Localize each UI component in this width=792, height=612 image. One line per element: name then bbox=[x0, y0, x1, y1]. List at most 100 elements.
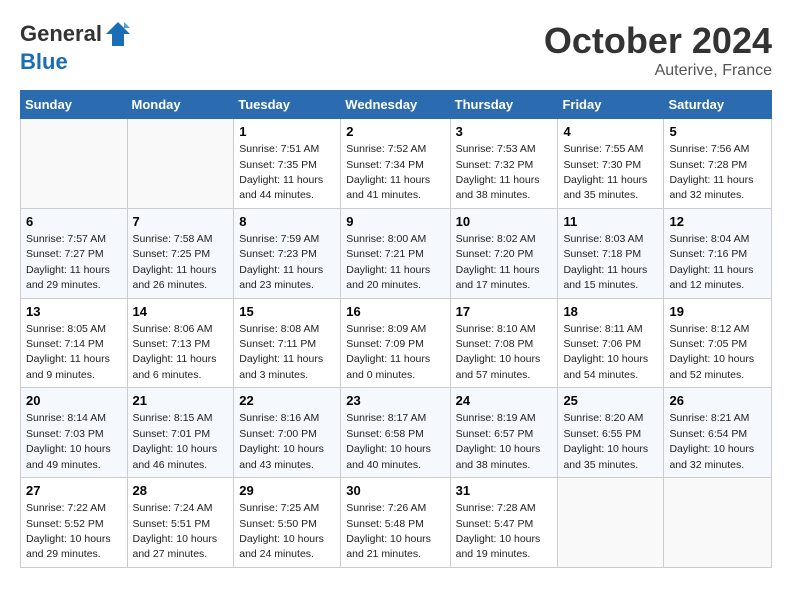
month-title: October 2024 bbox=[544, 20, 772, 62]
weekday-header-row: SundayMondayTuesdayWednesdayThursdayFrid… bbox=[21, 91, 772, 119]
day-info: Sunrise: 7:22 AM Sunset: 5:52 PM Dayligh… bbox=[26, 502, 111, 560]
calendar-cell bbox=[127, 119, 234, 209]
calendar-cell: 8 Sunrise: 7:59 AM Sunset: 7:23 PM Daylig… bbox=[234, 208, 341, 298]
weekday-header: Saturday bbox=[664, 91, 772, 119]
day-number: 6 bbox=[26, 213, 122, 231]
day-number: 22 bbox=[239, 392, 335, 410]
location-title: Auterive, France bbox=[544, 62, 772, 80]
day-info: Sunrise: 8:14 AM Sunset: 7:03 PM Dayligh… bbox=[26, 412, 111, 470]
day-info: Sunrise: 8:12 AM Sunset: 7:05 PM Dayligh… bbox=[669, 323, 754, 381]
day-info: Sunrise: 7:51 AM Sunset: 7:35 PM Dayligh… bbox=[239, 143, 323, 201]
day-info: Sunrise: 7:57 AM Sunset: 7:27 PM Dayligh… bbox=[26, 233, 110, 291]
calendar-cell: 4 Sunrise: 7:55 AM Sunset: 7:30 PM Daylig… bbox=[558, 119, 664, 209]
calendar-cell bbox=[664, 478, 772, 568]
day-info: Sunrise: 8:05 AM Sunset: 7:14 PM Dayligh… bbox=[26, 323, 110, 381]
calendar-cell bbox=[21, 119, 128, 209]
day-info: Sunrise: 8:08 AM Sunset: 7:11 PM Dayligh… bbox=[239, 323, 323, 381]
day-number: 20 bbox=[26, 392, 122, 410]
calendar-cell: 12 Sunrise: 8:04 AM Sunset: 7:16 PM Dayli… bbox=[664, 208, 772, 298]
calendar-cell: 25 Sunrise: 8:20 AM Sunset: 6:55 PM Dayli… bbox=[558, 388, 664, 478]
day-info: Sunrise: 8:00 AM Sunset: 7:21 PM Dayligh… bbox=[346, 233, 430, 291]
calendar-cell: 14 Sunrise: 8:06 AM Sunset: 7:13 PM Dayli… bbox=[127, 298, 234, 388]
calendar-cell: 21 Sunrise: 8:15 AM Sunset: 7:01 PM Dayli… bbox=[127, 388, 234, 478]
calendar-cell: 23 Sunrise: 8:17 AM Sunset: 6:58 PM Dayli… bbox=[341, 388, 450, 478]
calendar-cell: 26 Sunrise: 8:21 AM Sunset: 6:54 PM Dayli… bbox=[664, 388, 772, 478]
day-info: Sunrise: 8:15 AM Sunset: 7:01 PM Dayligh… bbox=[133, 412, 218, 470]
calendar-week-row: 20 Sunrise: 8:14 AM Sunset: 7:03 PM Dayli… bbox=[21, 388, 772, 478]
day-info: Sunrise: 8:20 AM Sunset: 6:55 PM Dayligh… bbox=[563, 412, 648, 470]
calendar-week-row: 27 Sunrise: 7:22 AM Sunset: 5:52 PM Dayli… bbox=[21, 478, 772, 568]
day-info: Sunrise: 8:02 AM Sunset: 7:20 PM Dayligh… bbox=[456, 233, 540, 291]
day-number: 19 bbox=[669, 303, 766, 321]
calendar-cell: 29 Sunrise: 7:25 AM Sunset: 5:50 PM Dayli… bbox=[234, 478, 341, 568]
calendar-week-row: 13 Sunrise: 8:05 AM Sunset: 7:14 PM Dayli… bbox=[21, 298, 772, 388]
day-number: 24 bbox=[456, 392, 553, 410]
weekday-header: Sunday bbox=[21, 91, 128, 119]
day-number: 3 bbox=[456, 123, 553, 141]
day-number: 29 bbox=[239, 482, 335, 500]
calendar-cell: 17Sunrise: 8:10 AM Sunset: 7:08 PM Dayli… bbox=[450, 298, 558, 388]
calendar-cell bbox=[558, 478, 664, 568]
calendar-cell: 27 Sunrise: 7:22 AM Sunset: 5:52 PM Dayli… bbox=[21, 478, 128, 568]
calendar-cell: 1Sunrise: 7:51 AM Sunset: 7:35 PM Daylig… bbox=[234, 119, 341, 209]
day-number: 16 bbox=[346, 303, 444, 321]
day-info: Sunrise: 8:19 AM Sunset: 6:57 PM Dayligh… bbox=[456, 412, 541, 470]
day-number: 5 bbox=[669, 123, 766, 141]
day-info: Sunrise: 8:17 AM Sunset: 6:58 PM Dayligh… bbox=[346, 412, 431, 470]
calendar-cell: 2Sunrise: 7:52 AM Sunset: 7:34 PM Daylig… bbox=[341, 119, 450, 209]
day-info: Sunrise: 8:03 AM Sunset: 7:18 PM Dayligh… bbox=[563, 233, 647, 291]
weekday-header: Monday bbox=[127, 91, 234, 119]
day-number: 4 bbox=[563, 123, 658, 141]
day-number: 7 bbox=[133, 213, 229, 231]
calendar-cell: 16 Sunrise: 8:09 AM Sunset: 7:09 PM Dayli… bbox=[341, 298, 450, 388]
calendar-cell: 24 Sunrise: 8:19 AM Sunset: 6:57 PM Dayli… bbox=[450, 388, 558, 478]
day-info: Sunrise: 7:59 AM Sunset: 7:23 PM Dayligh… bbox=[239, 233, 323, 291]
weekday-header: Wednesday bbox=[341, 91, 450, 119]
day-number: 13 bbox=[26, 303, 122, 321]
day-info: Sunrise: 8:09 AM Sunset: 7:09 PM Dayligh… bbox=[346, 323, 430, 381]
weekday-header: Friday bbox=[558, 91, 664, 119]
day-info: Sunrise: 8:11 AM Sunset: 7:06 PM Dayligh… bbox=[563, 323, 648, 381]
day-number: 26 bbox=[669, 392, 766, 410]
day-number: 21 bbox=[133, 392, 229, 410]
day-info: Sunrise: 7:25 AM Sunset: 5:50 PM Dayligh… bbox=[239, 502, 324, 560]
calendar-cell: 15Sunrise: 8:08 AM Sunset: 7:11 PM Dayli… bbox=[234, 298, 341, 388]
day-info: Sunrise: 8:04 AM Sunset: 7:16 PM Dayligh… bbox=[669, 233, 753, 291]
day-info: Sunrise: 8:21 AM Sunset: 6:54 PM Dayligh… bbox=[669, 412, 754, 470]
day-number: 12 bbox=[669, 213, 766, 231]
day-info: Sunrise: 7:26 AM Sunset: 5:48 PM Dayligh… bbox=[346, 502, 431, 560]
calendar-cell: 5Sunrise: 7:56 AM Sunset: 7:28 PM Daylig… bbox=[664, 119, 772, 209]
calendar-cell: 3 Sunrise: 7:53 AM Sunset: 7:32 PM Daylig… bbox=[450, 119, 558, 209]
day-number: 2 bbox=[346, 123, 444, 141]
day-info: Sunrise: 8:16 AM Sunset: 7:00 PM Dayligh… bbox=[239, 412, 324, 470]
day-info: Sunrise: 7:53 AM Sunset: 7:32 PM Dayligh… bbox=[456, 143, 540, 201]
weekday-header: Tuesday bbox=[234, 91, 341, 119]
calendar-cell: 13 Sunrise: 8:05 AM Sunset: 7:14 PM Dayli… bbox=[21, 298, 128, 388]
calendar-cell: 18Sunrise: 8:11 AM Sunset: 7:06 PM Dayli… bbox=[558, 298, 664, 388]
day-info: Sunrise: 7:28 AM Sunset: 5:47 PM Dayligh… bbox=[456, 502, 541, 560]
day-number: 8 bbox=[239, 213, 335, 231]
calendar-cell: 6 Sunrise: 7:57 AM Sunset: 7:27 PM Daylig… bbox=[21, 208, 128, 298]
day-number: 23 bbox=[346, 392, 444, 410]
day-number: 28 bbox=[133, 482, 229, 500]
page-header: General Blue October 2024 Auterive, Fran… bbox=[20, 20, 772, 80]
logo-general: General bbox=[20, 21, 102, 46]
weekday-header: Thursday bbox=[450, 91, 558, 119]
day-number: 30 bbox=[346, 482, 444, 500]
calendar-cell: 19 Sunrise: 8:12 AM Sunset: 7:05 PM Dayli… bbox=[664, 298, 772, 388]
calendar-table: SundayMondayTuesdayWednesdayThursdayFrid… bbox=[20, 90, 772, 568]
logo-icon bbox=[104, 20, 132, 48]
calendar-cell: 22 Sunrise: 8:16 AM Sunset: 7:00 PM Dayli… bbox=[234, 388, 341, 478]
day-info: Sunrise: 8:06 AM Sunset: 7:13 PM Dayligh… bbox=[133, 323, 217, 381]
day-number: 14 bbox=[133, 303, 229, 321]
day-number: 27 bbox=[26, 482, 122, 500]
day-info: Sunrise: 7:55 AM Sunset: 7:30 PM Dayligh… bbox=[563, 143, 647, 201]
day-number: 17 bbox=[456, 303, 553, 321]
calendar-cell: 31Sunrise: 7:28 AM Sunset: 5:47 PM Dayli… bbox=[450, 478, 558, 568]
calendar-week-row: 6 Sunrise: 7:57 AM Sunset: 7:27 PM Daylig… bbox=[21, 208, 772, 298]
calendar-cell: 30 Sunrise: 7:26 AM Sunset: 5:48 PM Dayli… bbox=[341, 478, 450, 568]
calendar-cell: 9 Sunrise: 8:00 AM Sunset: 7:21 PM Daylig… bbox=[341, 208, 450, 298]
day-number: 9 bbox=[346, 213, 444, 231]
day-number: 25 bbox=[563, 392, 658, 410]
calendar-cell: 28Sunrise: 7:24 AM Sunset: 5:51 PM Dayli… bbox=[127, 478, 234, 568]
